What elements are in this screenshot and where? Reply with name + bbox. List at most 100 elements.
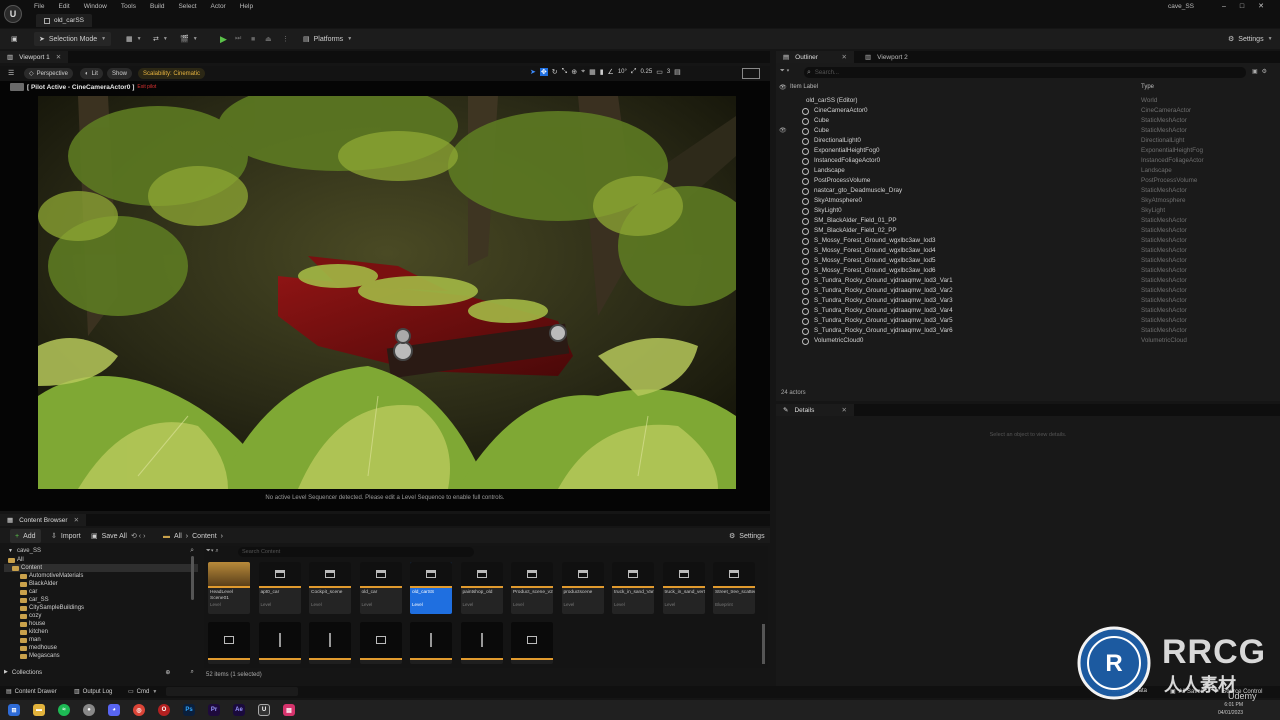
show-button[interactable]: Show bbox=[107, 68, 133, 79]
menu-actor[interactable]: Actor bbox=[211, 3, 226, 10]
angle-snap-icon[interactable]: ∠ bbox=[608, 68, 614, 76]
asset-tile[interactable]: Product_scene_v2 Level bbox=[511, 562, 553, 614]
asset-tile[interactable]: apt0_car Level bbox=[258, 562, 301, 614]
output-log-button[interactable]: ▥ Output Log bbox=[74, 688, 112, 696]
outliner-row[interactable]: VolumetricCloud0 VolumetricCloud bbox=[776, 336, 1280, 346]
outliner-row[interactable]: S_Tundra_Rocky_Ground_vjdraaqmw_lod3_Var… bbox=[776, 316, 1280, 326]
photoshop-icon[interactable]: Ps bbox=[183, 704, 195, 716]
after-effects-icon[interactable]: Ae bbox=[233, 704, 245, 716]
breadcrumb-all[interactable]: All bbox=[174, 533, 182, 540]
outliner-row[interactable]: nastcar_gto_Deadmuscle_Dray StaticMeshAct… bbox=[776, 186, 1280, 196]
tree-folder[interactable]: kitchen bbox=[4, 628, 198, 636]
scalability-badge[interactable]: Scalability: Cinematic bbox=[138, 68, 206, 79]
grid-scrollbar[interactable] bbox=[762, 624, 765, 664]
selection-mode-button[interactable]: ➤ Selection Mode ▼ bbox=[34, 32, 112, 46]
visibility-column-icon[interactable]: 👁 bbox=[779, 84, 787, 91]
tab-outliner[interactable]: ▤ Outliner ✕ bbox=[776, 51, 854, 63]
step-icon[interactable]: ⏭ bbox=[230, 32, 246, 46]
outliner-row[interactable]: S_Tundra_Rocky_Ground_vjdraaqmw_lod3_Var… bbox=[776, 306, 1280, 316]
outliner-row[interactable]: S_Mossy_Forest_Ground_wgxlbc3aw_lod6 Stat… bbox=[776, 266, 1280, 276]
asset-tile[interactable]: old_carSS Level bbox=[410, 562, 452, 614]
close-icon[interactable]: ✕ bbox=[1258, 2, 1264, 10]
asset-tile[interactable]: truck_in_sand_ver02 Level bbox=[662, 562, 705, 614]
spotify-icon[interactable]: ≈ bbox=[58, 704, 70, 716]
outliner-row[interactable]: CineCameraActor0 CineCameraActor bbox=[776, 106, 1280, 116]
select-tool-icon[interactable]: ➤ bbox=[530, 68, 536, 76]
menu-help[interactable]: Help bbox=[240, 3, 253, 10]
breadcrumb-content[interactable]: Content bbox=[192, 533, 217, 540]
more-icon[interactable]: ⋮ bbox=[277, 32, 294, 46]
tree-folder[interactable]: house bbox=[4, 620, 198, 628]
clock[interactable]: 6:01 PM 04/01/2023 bbox=[1218, 701, 1243, 717]
menu-file[interactable]: File bbox=[34, 3, 44, 10]
outliner-row[interactable]: 👁 Cube StaticMeshActor bbox=[776, 126, 1280, 136]
outliner-root-row[interactable]: old_carSS (Editor) World bbox=[776, 96, 1280, 106]
surface-snap-icon[interactable]: ⌖ bbox=[581, 68, 585, 76]
import-button[interactable]: ⇩ Import bbox=[46, 529, 86, 543]
camera-icon[interactable] bbox=[10, 83, 24, 91]
scale-snap-icon[interactable]: ⤢ bbox=[631, 68, 637, 76]
project-root[interactable]: ▼ cave_SS ⌕ bbox=[4, 546, 198, 556]
asset-tile[interactable]: HeadLevel Scene01 Level bbox=[208, 562, 250, 614]
discord-icon[interactable]: ◕ bbox=[108, 704, 120, 716]
grid-value-icon[interactable]: ▮ bbox=[600, 68, 604, 76]
perspective-button[interactable]: ◇ Perspective bbox=[24, 68, 73, 79]
tree-folder[interactable]: car_SS bbox=[4, 596, 198, 604]
tree-folder[interactable]: cozy bbox=[4, 612, 198, 620]
stop-icon[interactable]: ■ bbox=[246, 32, 260, 46]
outliner-row[interactable]: S_Tundra_Rocky_Ground_vjdraaqmw_lod3_Var… bbox=[776, 296, 1280, 306]
outliner-row[interactable]: DirectionalLight0 DirectionalLight bbox=[776, 136, 1280, 146]
menu-window[interactable]: Window bbox=[84, 3, 107, 10]
asset-tile[interactable]: Cockpit_scene Level bbox=[309, 562, 351, 614]
filter-icon[interactable]: ⏷ ▾ bbox=[780, 68, 789, 75]
cmd-button[interactable]: ▭ Cmd ▼ bbox=[128, 688, 157, 696]
scene-render[interactable] bbox=[38, 96, 736, 489]
asset-tile[interactable] bbox=[208, 622, 250, 664]
asset-tile[interactable] bbox=[460, 622, 503, 664]
tree-folder[interactable]: AutomotiveMaterials bbox=[4, 572, 198, 580]
close-icon[interactable]: ✕ bbox=[56, 53, 61, 61]
search-icon[interactable]: ⌕ bbox=[190, 547, 194, 555]
platforms-button[interactable]: ▤ Platforms ▼ bbox=[298, 32, 357, 46]
outliner-row[interactable]: S_Tundra_Rocky_Ground_vjdraaqmw_lod3_Var… bbox=[776, 326, 1280, 336]
save-icon[interactable]: ▣ bbox=[6, 32, 23, 46]
opera-icon[interactable]: O bbox=[158, 704, 170, 716]
menu-select[interactable]: Select bbox=[178, 3, 196, 10]
visibility-icon[interactable]: 👁 bbox=[779, 127, 787, 134]
add-collection-icon[interactable]: ⊕ bbox=[165, 669, 170, 676]
angle-snap-value[interactable]: 10° bbox=[618, 69, 627, 75]
world-icon[interactable]: ⊕ bbox=[571, 68, 577, 76]
asset-tile[interactable]: old_car Level bbox=[359, 562, 402, 614]
asset-tile[interactable]: truck_in_sand_Variation2 Level bbox=[612, 562, 654, 614]
windows-start-icon[interactable]: ⊞ bbox=[8, 704, 20, 716]
add-actor-icon[interactable]: ▣ bbox=[1252, 68, 1258, 75]
asset-search-input[interactable]: Search Content bbox=[238, 547, 474, 557]
outliner-row[interactable]: S_Mossy_Forest_Ground_wgxlbc3aw_lod5 Stat… bbox=[776, 256, 1280, 266]
app-pink-icon[interactable]: ▤ bbox=[283, 704, 295, 716]
outliner-row[interactable]: SkyLight0 SkyLight bbox=[776, 206, 1280, 216]
history-nav[interactable]: ⟲ ‹ › bbox=[126, 529, 150, 543]
asset-tile[interactable] bbox=[410, 622, 452, 664]
content-shortcut-button[interactable]: ▦ ▼ bbox=[121, 32, 147, 46]
asset-tile[interactable]: paintshop_old Level bbox=[460, 562, 503, 614]
rotate-tool-icon[interactable]: ↻ bbox=[552, 68, 558, 76]
tree-folder[interactable]: medhouse bbox=[4, 644, 198, 652]
tab-details[interactable]: ✎ Details ✕ bbox=[776, 404, 854, 416]
camera-speed-icon[interactable]: ▭ bbox=[656, 68, 663, 76]
tree-scrollbar[interactable] bbox=[191, 556, 194, 600]
layout-icon[interactable]: ▤ bbox=[674, 68, 681, 76]
exit-pilot-link[interactable]: Exit pilot bbox=[137, 84, 156, 90]
asset-tile[interactable]: Street_tree_scatter Blueprint bbox=[713, 562, 755, 614]
cb-settings-button[interactable]: ⚙ Settings bbox=[724, 529, 770, 543]
outliner-row[interactable]: SM_BlackAlder_Field_02_PP StaticMeshActor bbox=[776, 226, 1280, 236]
grid-snap-icon[interactable]: ▦ bbox=[589, 68, 596, 76]
scale-snap-value[interactable]: 0.25 bbox=[641, 69, 653, 75]
eject-icon[interactable]: ⏏ bbox=[260, 32, 277, 46]
asset-tile[interactable] bbox=[258, 622, 301, 664]
maximize-icon[interactable]: □ bbox=[1240, 3, 1244, 10]
tree-folder[interactable]: man bbox=[4, 636, 198, 644]
type-header[interactable]: Type bbox=[1141, 84, 1154, 90]
move-tool-icon[interactable]: ✥ bbox=[539, 68, 548, 76]
asset-tile[interactable] bbox=[309, 622, 351, 664]
outliner-row[interactable]: SM_BlackAlder_Field_01_PP StaticMeshActor bbox=[776, 216, 1280, 226]
